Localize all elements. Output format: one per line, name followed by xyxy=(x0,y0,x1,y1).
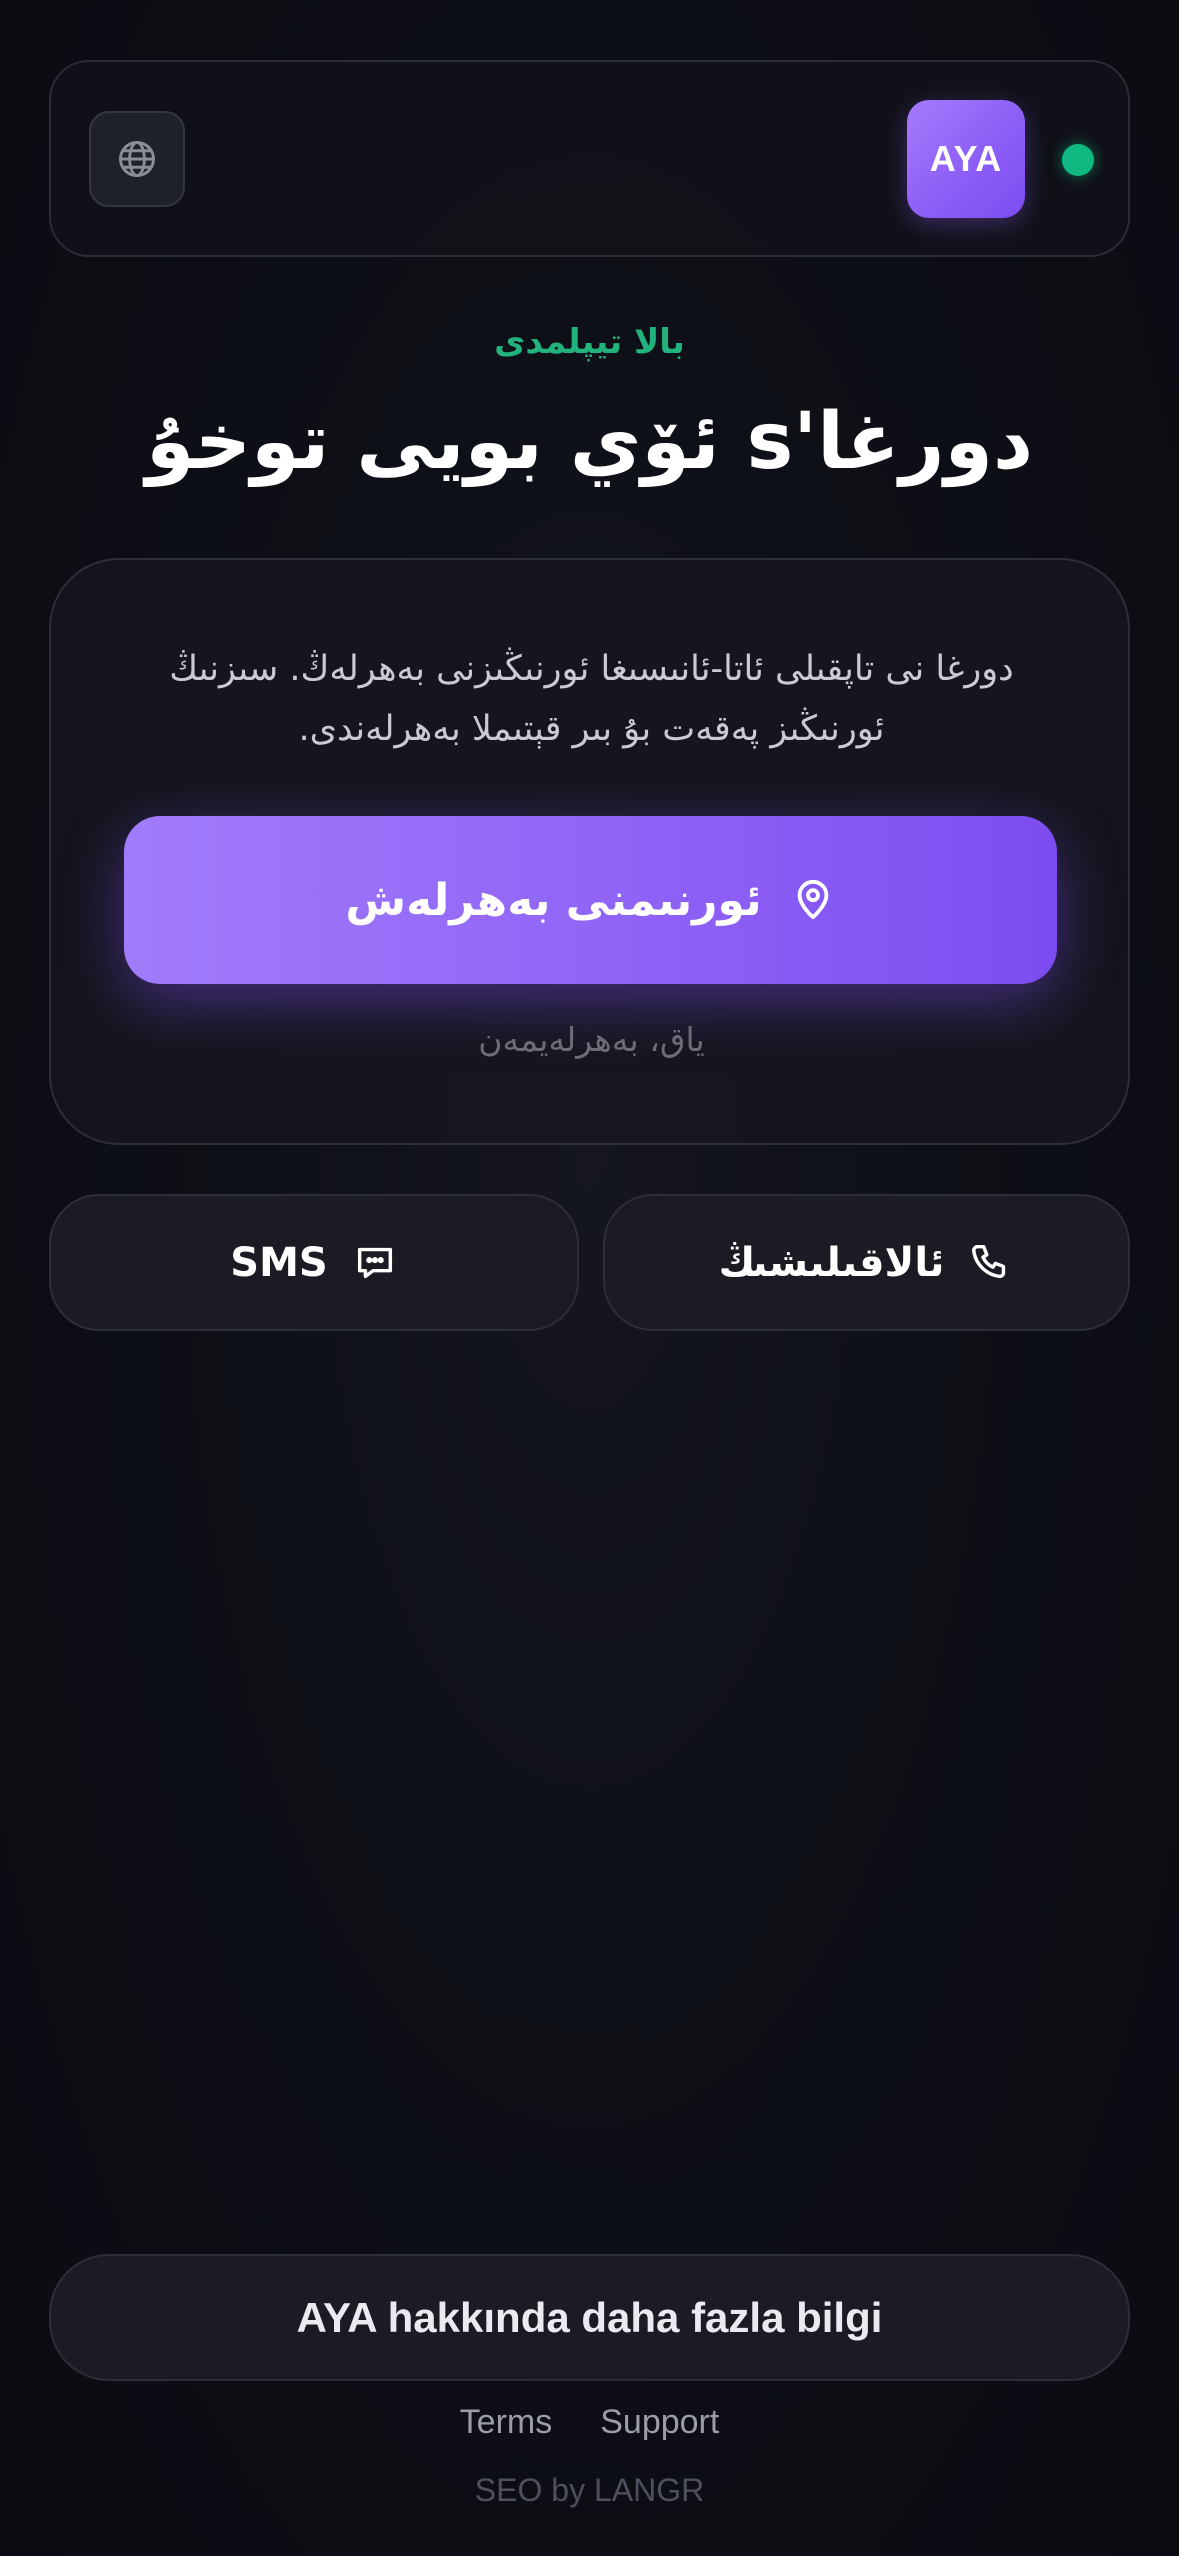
footer-links: Terms Support xyxy=(0,2403,1179,2442)
chat-bubble-icon xyxy=(357,1247,392,1278)
page-title: دورغا's ئۆي بويى توخۇ xyxy=(145,397,1034,487)
more-info-button[interactable]: AYA hakkında daha fazla bilgi xyxy=(49,2254,1130,2381)
seo-credit: SEO by LANGR xyxy=(474,2472,705,2508)
share-location-button[interactable]: ئورنىمنى بەھرلەش xyxy=(124,816,1057,984)
sms-label: SMS xyxy=(230,1239,328,1286)
call-label: ئالاقىلىشىڭ xyxy=(718,1239,945,1286)
decline-link[interactable]: ياق، بەھرلەيمەن xyxy=(51,1020,1132,1059)
eyebrow-label: بالا تيپلمدى xyxy=(494,322,685,362)
globe-icon xyxy=(119,141,155,177)
call-button[interactable]: ئالاقىلىشىڭ xyxy=(603,1194,1130,1331)
top-bar: AYA xyxy=(49,60,1130,257)
terms-link[interactable]: Terms xyxy=(460,2403,553,2442)
phone-icon xyxy=(972,1244,1006,1278)
share-location-card: دورغا نى تاپقىلى ئاتا-ئانىسىغا ئورنىڭىزن… xyxy=(49,558,1130,1145)
sms-button[interactable]: SMS xyxy=(49,1194,579,1331)
card-description: دورغا نى تاپقىلى ئاتا-ئانىسىغا ئورنىڭىزن… xyxy=(169,649,1014,749)
status-indicator xyxy=(1062,144,1094,176)
support-link[interactable]: Support xyxy=(600,2403,719,2442)
app-logo: AYA xyxy=(907,100,1025,218)
location-pin-icon xyxy=(797,879,828,920)
share-location-label: ئورنىمنى بەھرلەش xyxy=(345,874,762,926)
language-button[interactable] xyxy=(89,111,185,207)
